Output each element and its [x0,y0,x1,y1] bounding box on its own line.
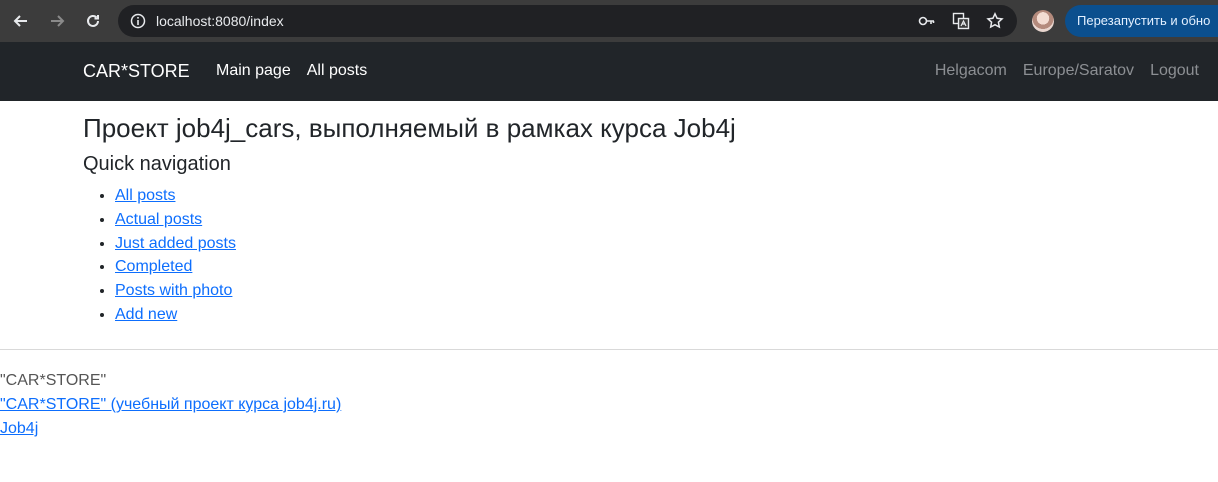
info-icon[interactable] [130,13,146,29]
star-icon[interactable] [985,11,1005,31]
footer: "CAR*STORE" "CAR*STORE" (учебный проект … [0,369,341,441]
translate-icon[interactable] [951,11,971,31]
link-posts-with-photo[interactable]: Posts with photo [115,282,232,299]
link-all-posts[interactable]: All posts [115,187,175,204]
link-actual-posts[interactable]: Actual posts [115,211,202,228]
list-item: Completed [115,255,236,279]
list-item: Just added posts [115,232,236,256]
key-icon[interactable] [917,11,937,31]
brand-logo[interactable]: CAR*STORE [83,60,190,82]
quick-navigation-list: All posts Actual posts Just added posts … [83,184,236,327]
list-item: Add new [115,303,236,327]
relaunch-button[interactable]: Перезапустить и обно [1065,5,1218,37]
footer-job4j-link[interactable]: Job4j [0,417,341,441]
reload-icon[interactable] [81,9,105,33]
list-item: Posts with photo [115,279,236,303]
footer-project-link[interactable]: "CAR*STORE" (учебный проект курса job4j.… [0,393,341,417]
profile-avatar[interactable] [1032,10,1054,32]
footer-divider [0,349,1218,350]
link-completed[interactable]: Completed [115,258,192,275]
url-text[interactable]: localhost:8080/index [156,12,284,30]
footer-site-name: "CAR*STORE" [0,372,107,389]
page-title: Проект job4j_cars, выполняемый в рамках … [83,113,736,143]
user-nav: Helgacom Europe/Saratov Logout [935,61,1199,81]
nav-logout[interactable]: Logout [1150,61,1199,81]
section-title: Quick navigation [83,153,231,175]
main-nav: Main page All posts [216,61,367,81]
link-add-new[interactable]: Add new [115,306,177,323]
list-item: All posts [115,184,236,208]
list-item: Actual posts [115,208,236,232]
nav-user-name[interactable]: Helgacom [935,61,1007,81]
forward-arrow-icon[interactable] [45,9,69,33]
link-just-added-posts[interactable]: Just added posts [115,235,236,252]
browser-toolbar: localhost:8080/index Перезапустить и обн… [0,0,1218,42]
nav-timezone[interactable]: Europe/Saratov [1023,61,1134,81]
address-bar[interactable]: localhost:8080/index [118,5,1017,37]
site-navbar: CAR*STORE Main page All posts Helgacom E… [0,42,1218,101]
nav-link-all-posts[interactable]: All posts [307,61,367,81]
nav-link-main-page[interactable]: Main page [216,61,291,81]
back-arrow-icon[interactable] [9,9,33,33]
